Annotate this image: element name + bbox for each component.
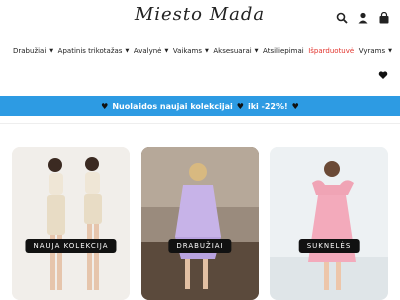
chevron-down-icon: ▼ [254, 48, 259, 54]
banner-text-1: Nuolaidos naujai kolekcijai [112, 101, 233, 111]
chevron-down-icon: ▼ [125, 48, 130, 54]
heart-icon: ♥ [236, 101, 244, 111]
nav-item-avalyne[interactable]: Avalynė ▼ [134, 47, 169, 55]
category-card-sukneles[interactable]: SUKNELĖS [270, 147, 388, 300]
nav-item-aksesuarai[interactable]: Aksesuarai ▼ [213, 47, 258, 55]
wishlist-heart-icon[interactable] [378, 70, 388, 80]
category-card-nauja-kolekcija[interactable]: NAUJA KOLEKCIJA [12, 147, 130, 300]
card-image-woman-pink-dress [270, 147, 388, 300]
header-icons [336, 12, 390, 24]
nav-item-drabuziai[interactable]: Drabužiai ▼ [13, 47, 53, 55]
chevron-down-icon: ▼ [164, 48, 169, 54]
nav-item-vyrams[interactable]: Vyrams ▼ [359, 47, 392, 55]
card-image-woman-lilac-dress [141, 147, 259, 300]
cart-icon[interactable] [378, 12, 390, 24]
nav-item-atsiliepimai[interactable]: Atsiliepimai [263, 47, 304, 55]
user-icon[interactable] [357, 12, 369, 24]
drabuziai-button[interactable]: DRABUŽIAI [168, 239, 232, 253]
search-icon[interactable] [336, 12, 348, 24]
banner-text-2: iki -22%! [247, 101, 288, 111]
chevron-down-icon: ▼ [205, 48, 209, 54]
divider [0, 123, 400, 124]
nauja-kolekcija-button[interactable]: NAUJA KOLEKCIJA [25, 239, 117, 253]
sukneles-button[interactable]: SUKNELĖS [298, 239, 360, 253]
heart-icon: ♥ [291, 101, 299, 111]
main-nav: Drabužiai ▼ Apatinis trikotažas ▼ Avalynė ▼… [13, 47, 392, 55]
nav-item-vaikams[interactable]: Vaikams ▼ [173, 47, 209, 55]
category-card-drabuziai[interactable]: DRABUŽIAI [141, 147, 259, 300]
card-image-two-women-beige-outfits [12, 147, 130, 300]
promo-banner[interactable]: ♥ Nuolaidos naujai kolekcijai ♥ iki -22%… [0, 96, 400, 116]
chevron-down-icon: ▼ [388, 48, 392, 54]
heart-icon: ♥ [101, 101, 109, 111]
category-cards: NAUJA KOLEKCIJA DRABUŽIAI SUKNELĖS [12, 147, 388, 300]
chevron-down-icon: ▼ [49, 48, 54, 54]
nav-item-ispardutuve[interactable]: Išparduotuvė [308, 47, 354, 55]
nav-item-apatinis-trikotazas[interactable]: Apatinis trikotažas ▼ [58, 47, 130, 55]
